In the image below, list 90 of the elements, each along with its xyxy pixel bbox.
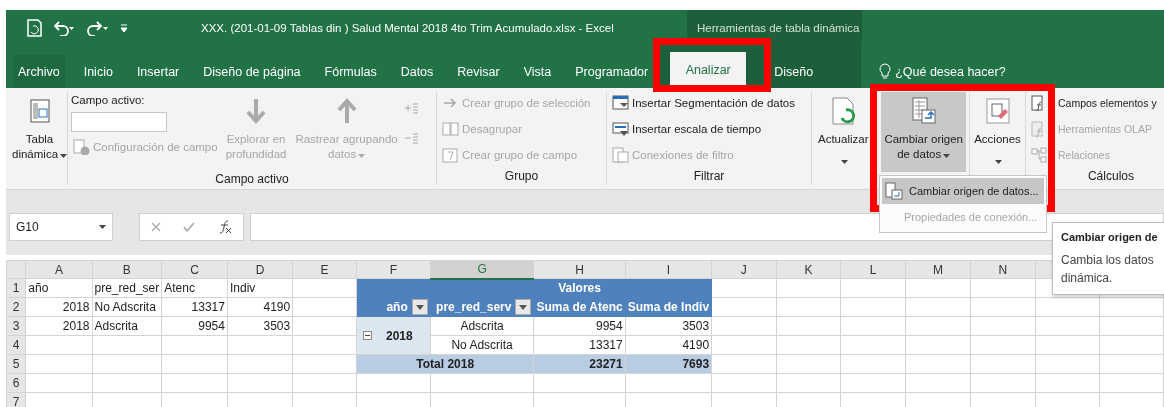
group-label: Filtrar: [692, 169, 726, 185]
table-cell: 2018: [25, 297, 92, 317]
table-cell: 2018: [25, 316, 92, 336]
pivot-field-label: pre_red_serv: [436, 300, 512, 314]
pivot-row-label: 2018: [386, 328, 413, 343]
caret-icon: [519, 304, 528, 310]
ribbon-tab[interactable]: Diseño: [769, 55, 819, 88]
column-header[interactable]: C: [161, 260, 228, 279]
table-cell: 4190: [227, 297, 293, 317]
name-box[interactable]: G10: [9, 213, 113, 241]
ribbon-tab[interactable]: Archivo: [13, 55, 65, 88]
column-header[interactable]: B: [92, 260, 162, 279]
table-cell: 13317: [161, 297, 228, 317]
column-header[interactable]: M: [905, 260, 971, 279]
ribbon-button[interactable]: Tabla dinámica: [9, 92, 71, 172]
collapse-icon[interactable]: [363, 331, 372, 340]
undo-icon[interactable]: [52, 19, 76, 36]
save-icon[interactable]: [26, 18, 42, 37]
field-label: Campo activo:: [71, 93, 146, 108]
column-header[interactable]: J: [711, 260, 777, 279]
pivot-value-cell: 3503: [625, 316, 712, 336]
function-icon[interactable]: [217, 220, 232, 234]
caret-icon: [995, 160, 1002, 164]
table-cell: pre_red_ser: [92, 278, 162, 298]
ribbon-tab[interactable]: Revisar: [452, 55, 505, 88]
group-label: Cálculos: [1086, 169, 1135, 185]
ribbon-tab[interactable]: Vista: [518, 55, 557, 88]
caret-icon: [358, 154, 366, 158]
customize-icon[interactable]: [120, 22, 128, 33]
ribbon-button[interactable]: Actualizar: [815, 92, 872, 172]
ribbon-icon: [612, 95, 629, 111]
pivot-row-label: No Adscrita: [430, 335, 534, 355]
ribbon-button[interactable]: Acciones: [971, 92, 1024, 172]
ribbon-tab[interactable]: Insertar: [131, 55, 185, 88]
pivot-field-label: año: [386, 300, 408, 314]
ribbon-icon: [612, 121, 629, 137]
column-header[interactable]: H: [533, 260, 626, 279]
ribbon-icon: [442, 121, 459, 137]
caret-icon: [943, 154, 951, 158]
ribbon-tab[interactable]: Programador: [570, 55, 654, 88]
ribbon-button[interactable]: Insertar escala de tiempo: [610, 118, 798, 140]
pivot-value-cell: 4190: [625, 335, 712, 355]
ribbon-icon: [442, 147, 459, 163]
caret-icon: [415, 304, 424, 310]
column-header[interactable]: E: [292, 260, 357, 279]
table-cell: 3503: [227, 316, 293, 336]
column-header[interactable]: G: [430, 260, 534, 279]
column-header[interactable]: F: [356, 260, 431, 279]
tooltip-title: Cambiar origen de: [1061, 231, 1159, 243]
column-header[interactable]: N: [970, 260, 1036, 279]
pivot-row-label: Adscrita: [430, 316, 534, 336]
group-label: Campo activo: [214, 172, 290, 186]
ribbon-icon: [612, 147, 629, 163]
window-title: XXX. (201-01-09 Tablas din ) Salud Mental 2018 4to Trim Acumulado.xlsx - Excel: [201, 21, 615, 34]
ribbon-tab[interactable]: Analizar: [670, 52, 747, 88]
ribbon-button[interactable]: Campos elementos y: [1029, 92, 1164, 114]
ribbon-tab[interactable]: Fórmulas: [319, 55, 382, 88]
lightbulb-icon: [879, 62, 892, 81]
ribbon-button[interactable]: Cambiar origen de datos: [881, 92, 966, 172]
table-cell: Adscrita: [92, 316, 162, 336]
change-source-icon: [885, 182, 903, 200]
ribbon-tab[interactable]: Inicio: [78, 55, 118, 88]
ribbon-button[interactable]: Insertar Segmentación de datos: [610, 92, 798, 114]
column-header[interactable]: L: [840, 260, 906, 279]
redo-icon[interactable]: [86, 19, 110, 36]
column-header[interactable]: D: [227, 260, 293, 279]
caret-icon: [99, 225, 106, 229]
column-header[interactable]: A: [25, 260, 92, 279]
table-cell: Atenc: [161, 278, 228, 298]
caret-icon: [840, 160, 848, 164]
filter-button[interactable]: [515, 299, 532, 315]
pivot-value-cell: 9954: [533, 316, 626, 336]
ribbon-tab[interactable]: Datos: [395, 55, 439, 88]
menu-item[interactable]: Cambiar origen de datos...: [882, 178, 1044, 204]
ribbon-icon: [1031, 147, 1048, 163]
ribbon-tab[interactable]: Diseño de página: [198, 55, 306, 88]
pivot-value-cell: 13317: [533, 335, 626, 355]
column-header[interactable]: K: [776, 260, 841, 279]
tooltip-text: Cambia los datos dinámica.: [1061, 252, 1155, 287]
table-cell: No Adscrita: [92, 297, 162, 317]
input-field[interactable]: [71, 112, 167, 132]
caret-icon: [60, 154, 68, 158]
table-cell: 9954: [161, 316, 228, 336]
group-label: Grupo: [503, 169, 540, 185]
table-cell: año: [25, 278, 92, 298]
table-cell: Indiv: [227, 278, 293, 298]
ribbon-icon: [73, 139, 90, 155]
column-header[interactable]: I: [625, 260, 712, 279]
search-field[interactable]: ¿Qué desea hacer?: [861, 55, 1006, 88]
filter-button[interactable]: [411, 299, 428, 315]
